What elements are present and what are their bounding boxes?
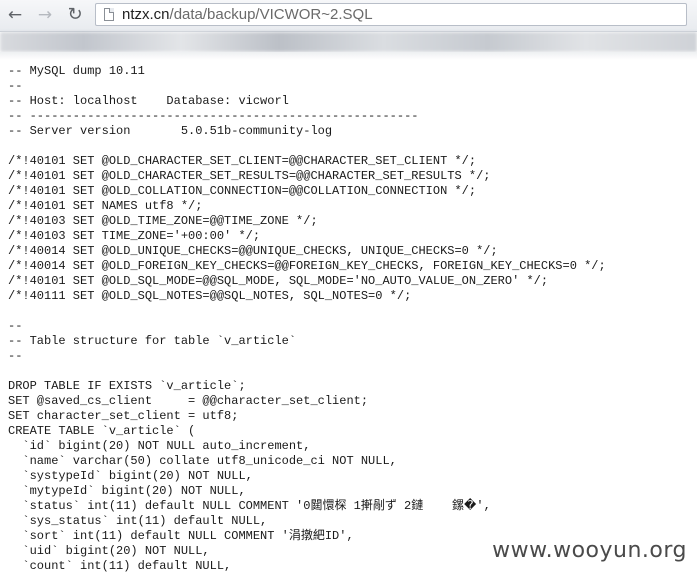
sql-line [8, 304, 697, 319]
sql-line: /*!40101 SET @OLD_CHARACTER_SET_CLIENT=@… [8, 154, 477, 168]
url-path: /data/backup/VICWOR~2.SQL [169, 6, 373, 23]
sql-dump-text: -- MySQL dump 10.11 -- -- Host: localhost … [8, 64, 697, 574]
sql-line: -- [8, 79, 23, 93]
reload-icon[interactable]: ↻ [64, 4, 86, 26]
sql-line: -- [8, 319, 23, 333]
sql-line: /*!40101 SET @OLD_SQL_MODE=@@SQL_MODE, S… [8, 274, 549, 288]
sql-line: SET @saved_cs_client = @@character_set_c… [8, 394, 369, 408]
address-bar[interactable]: ntzx.cn/data/backup/VICWOR~2.SQL [95, 3, 687, 26]
forward-arrow-icon[interactable]: → [34, 4, 56, 26]
sql-line: DROP TABLE IF EXISTS `v_article`; [8, 379, 246, 393]
back-arrow-icon[interactable]: ← [4, 4, 26, 26]
sql-line: `mytypeId` bigint(20) NOT NULL, [8, 484, 246, 498]
sql-line: SET character_set_client = utf8; [8, 409, 239, 423]
sql-line: /*!40014 SET @OLD_FOREIGN_KEY_CHECKS=@@F… [8, 259, 606, 273]
url-text: ntzx.cn/data/backup/VICWOR~2.SQL [122, 5, 373, 25]
sql-line: /*!40103 SET @OLD_TIME_ZONE=@@TIME_ZONE … [8, 214, 318, 228]
browser-toolbar: ← → ↻ ntzx.cn/data/backup/VICWOR~2.SQL [0, 0, 697, 32]
sql-line: CREATE TABLE `v_article` ( [8, 424, 196, 438]
sql-line [8, 139, 697, 154]
bookmarks-bar [0, 32, 697, 52]
sql-line: /*!40111 SET @OLD_SQL_NOTES=@@SQL_NOTES,… [8, 289, 412, 303]
sql-line: -- Host: localhost Database: vicworl [8, 94, 289, 108]
sql-line: -- Table structure for table `v_article` [8, 334, 297, 348]
sql-line: `id` bigint(20) NOT NULL auto_increment, [8, 439, 311, 453]
bookmarks-bar-edge [0, 52, 697, 60]
sql-line: /*!40101 SET NAMES utf8 */; [8, 199, 203, 213]
watermark: www.wooyun.org [492, 538, 687, 563]
sql-line: /*!40101 SET @OLD_COLLATION_CONNECTION=@… [8, 184, 477, 198]
sql-line: -- -------------------------------------… [8, 109, 419, 123]
sql-line: /*!40103 SET TIME_ZONE='+00:00' */; [8, 229, 261, 243]
sql-line: -- Server version 5.0.51b-community-log [8, 124, 333, 138]
sql-line [8, 364, 697, 379]
sql-line: /*!40101 SET @OLD_CHARACTER_SET_RESULTS=… [8, 169, 491, 183]
sql-line: `systypeId` bigint(20) NOT NULL, [8, 469, 253, 483]
sql-line: -- [8, 349, 23, 363]
url-host: ntzx.cn [122, 6, 170, 23]
sql-line: `sys_status` int(11) default NULL, [8, 514, 268, 528]
sql-line: `name` varchar(50) collate utf8_unicode_… [8, 454, 397, 468]
page-icon [104, 8, 114, 21]
sql-line: -- MySQL dump 10.11 [8, 64, 145, 78]
sql-line: `status` int(11) default NULL COMMENT '0… [8, 499, 491, 513]
sql-line: /*!40014 SET @OLD_UNIQUE_CHECKS=@@UNIQUE… [8, 244, 498, 258]
